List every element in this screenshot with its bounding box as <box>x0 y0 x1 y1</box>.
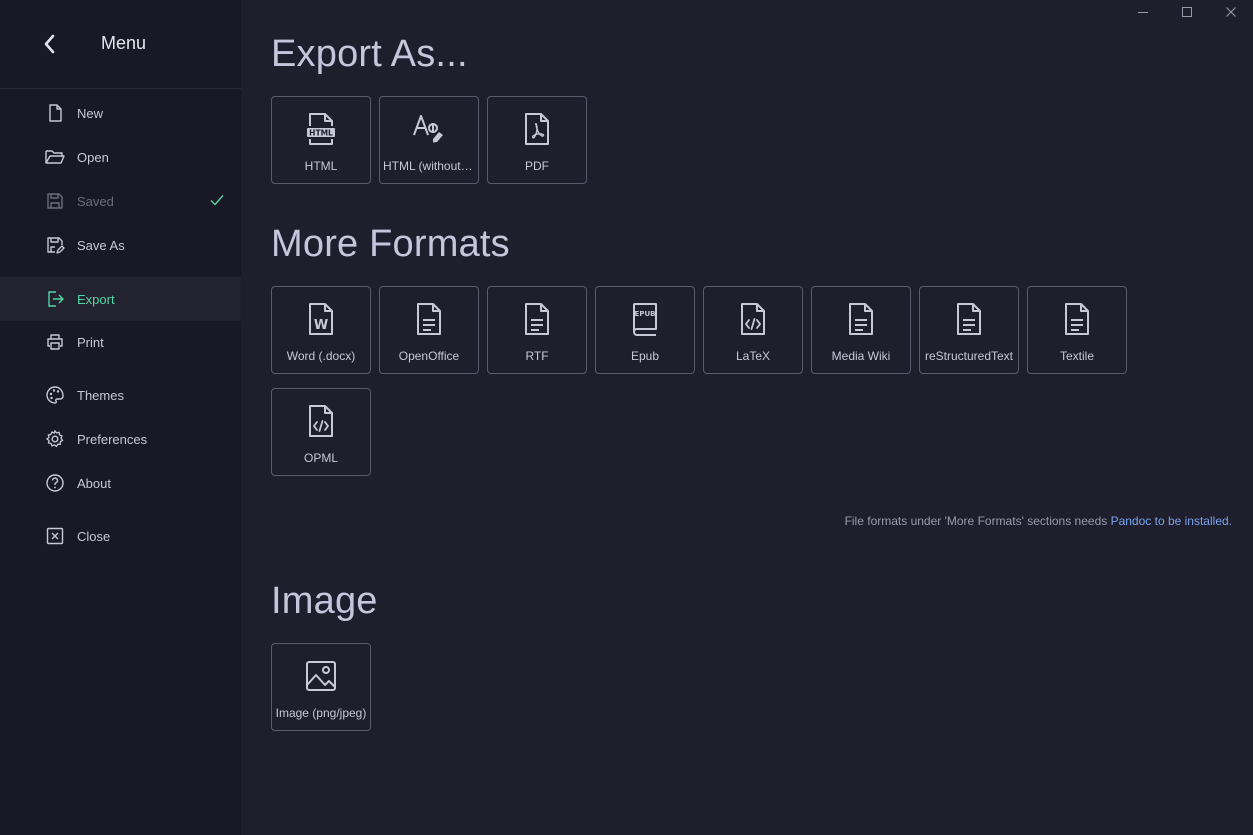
sidebar-item-export[interactable]: Export <box>0 277 241 321</box>
document-icon <box>843 299 879 339</box>
code-file-icon <box>303 401 339 441</box>
file-icon <box>44 102 66 124</box>
sidebar-item-label: Open <box>77 149 109 165</box>
more-formats-heading: More Formats <box>271 223 510 265</box>
close-window-button[interactable] <box>1209 2 1253 26</box>
document-icon <box>951 299 987 339</box>
export-textile-tile[interactable]: Textile <box>1027 286 1127 374</box>
sidebar-item-label: Save As <box>77 237 125 253</box>
export-rtf-tile[interactable]: RTF <box>487 286 587 374</box>
sidebar-item-save-as[interactable]: Save As <box>0 223 241 267</box>
tile-label: LaTeX <box>735 349 771 363</box>
export-pdf-tile[interactable]: PDF <box>487 96 587 184</box>
tile-label: Word (.docx) <box>286 349 356 363</box>
sidebar-item-open[interactable]: Open <box>0 135 241 179</box>
epub-book-icon: EPUB <box>627 299 663 339</box>
tile-label: OPML <box>303 451 338 465</box>
export-word-tile[interactable]: W Word (.docx) <box>271 286 371 374</box>
svg-text:HTML: HTML <box>309 129 333 138</box>
tile-label: HTML <box>304 159 338 173</box>
close-box-icon <box>44 525 66 547</box>
check-icon <box>209 192 225 211</box>
tile-label: reStructuredText <box>924 349 1014 363</box>
tile-label: PDF <box>525 159 549 173</box>
export-html-no-styles-tile[interactable]: HTML (without styles) <box>379 96 479 184</box>
sidebar-item-label: New <box>77 105 104 121</box>
sidebar-item-label: Preferences <box>77 431 148 447</box>
sidebar-item-label: Saved <box>77 193 114 209</box>
tile-label: RTF <box>525 349 549 363</box>
export-epub-tile[interactable]: EPUB Epub <box>595 286 695 374</box>
tile-label: Image (png/jpeg) <box>275 706 367 720</box>
gear-icon <box>44 428 66 450</box>
tile-label: OpenOffice <box>398 349 460 363</box>
tile-label: Epub <box>630 349 660 363</box>
minimize-button[interactable] <box>1121 2 1165 26</box>
export-restructuredtext-tile[interactable]: reStructuredText <box>919 286 1019 374</box>
export-html-tile[interactable]: HTML HTML <box>271 96 371 184</box>
export-as-heading: Export As... <box>271 33 468 75</box>
pandoc-note: File formats under 'More Formats' sectio… <box>845 514 1232 528</box>
sidebar-header: Menu <box>0 0 241 89</box>
image-icon <box>303 656 339 696</box>
export-image-tile[interactable]: Image (png/jpeg) <box>271 643 371 731</box>
image-heading: Image <box>271 580 378 622</box>
folder-open-icon <box>44 146 66 168</box>
html-file-icon: HTML <box>303 109 339 149</box>
document-icon <box>519 299 555 339</box>
export-mediawiki-tile[interactable]: Media Wiki <box>811 286 911 374</box>
sidebar-item-preferences[interactable]: Preferences <box>0 417 241 461</box>
sidebar: Menu New Open Saved Save As Export Print… <box>0 0 241 835</box>
help-icon <box>44 472 66 494</box>
save-icon <box>44 190 66 212</box>
sidebar-title: Menu <box>100 33 147 53</box>
maximize-icon <box>1181 5 1193 23</box>
font-style-icon <box>411 109 447 149</box>
tile-label: Textile <box>1059 349 1094 363</box>
sidebar-item-label: Close <box>77 528 111 544</box>
document-icon <box>1059 299 1095 339</box>
save-as-icon <box>44 234 66 256</box>
sidebar-item-label: Print <box>77 334 104 350</box>
export-openoffice-tile[interactable]: OpenOffice <box>379 286 479 374</box>
word-file-icon: W <box>303 299 339 339</box>
pandoc-note-text: File formats under 'More Formats' sectio… <box>844 514 1111 528</box>
export-latex-tile[interactable]: LaTeX <box>703 286 803 374</box>
sidebar-item-print[interactable]: Print <box>0 320 241 364</box>
maximize-button[interactable] <box>1165 2 1209 26</box>
sidebar-item-about[interactable]: About <box>0 461 241 505</box>
minimize-icon <box>1137 5 1149 23</box>
pandoc-install-link[interactable]: Pandoc to be installed. <box>1111 514 1232 528</box>
sidebar-item-close[interactable]: Close <box>0 514 241 558</box>
printer-icon <box>44 331 66 353</box>
sidebar-item-saved[interactable]: Saved <box>0 179 241 223</box>
close-icon <box>1225 5 1237 23</box>
palette-icon <box>44 384 66 406</box>
export-icon <box>44 288 66 310</box>
export-opml-tile[interactable]: OPML <box>271 388 371 476</box>
tile-label: Media Wiki <box>831 349 891 363</box>
sidebar-item-themes[interactable]: Themes <box>0 373 241 417</box>
sidebar-item-label: About <box>77 475 111 491</box>
svg-text:EPUB: EPUB <box>635 310 656 318</box>
sidebar-item-new[interactable]: New <box>0 91 241 135</box>
pdf-file-icon <box>519 109 555 149</box>
svg-text:W: W <box>314 318 328 333</box>
sidebar-item-label: Export <box>77 291 115 307</box>
tile-label: HTML (without styles) <box>383 159 475 173</box>
code-file-icon <box>735 299 771 339</box>
sidebar-item-label: Themes <box>77 387 124 403</box>
document-icon <box>411 299 447 339</box>
